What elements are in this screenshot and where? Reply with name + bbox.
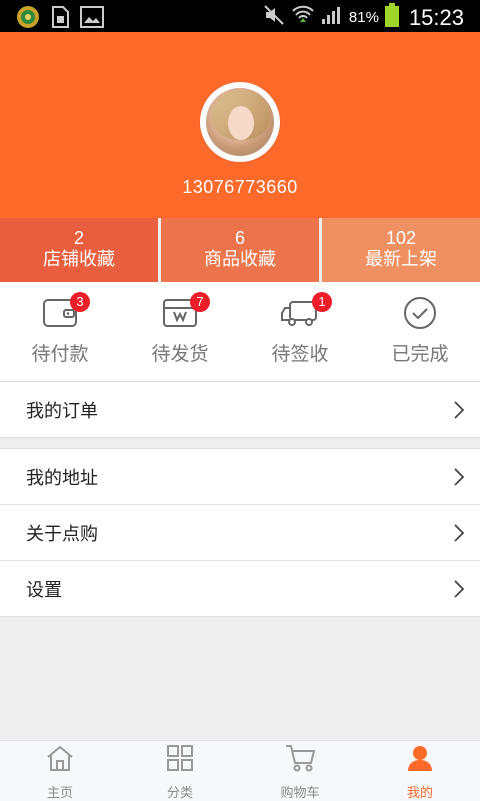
cart-icon [284, 743, 316, 777]
status-bar: 81% 15:23 [0, 0, 480, 32]
order-status-label: 待付款 [31, 343, 89, 365]
battery-icon [384, 3, 399, 32]
bottom-tab-bar: 主页 分类 购物车 我的 [0, 740, 480, 801]
stat-store-favorites[interactable]: 2 店铺收藏 [0, 218, 158, 282]
clock: 15:23 [408, 4, 464, 30]
stat-new-arrivals[interactable]: 102 最新上架 [322, 218, 480, 282]
menu-item-about[interactable]: 关于点购 [0, 505, 480, 561]
sim-card-icon [50, 5, 70, 33]
order-status-label: 待签收 [271, 343, 329, 365]
order-status-row: 3 待付款 7 待发货 1 待签收 已完成 [0, 282, 480, 381]
profile-header: 13076773660 [0, 32, 480, 218]
order-status-label: 已完成 [391, 343, 449, 365]
user-icon [406, 744, 434, 776]
tab-label: 主页 [46, 786, 73, 801]
tab-label: 购物车 [280, 786, 320, 801]
tab-home[interactable]: 主页 [0, 741, 120, 801]
chevron-right-icon [454, 401, 465, 423]
order-completed[interactable]: 已完成 [360, 282, 480, 381]
order-pending-shipment[interactable]: 7 待发货 [120, 282, 240, 381]
menu-group-orders: 我的订单 [0, 381, 480, 438]
menu-item-label: 我的地址 [26, 468, 98, 489]
tab-mine[interactable]: 我的 [360, 741, 480, 801]
check-circle-icon [403, 296, 437, 334]
app-notification-icon [16, 5, 40, 33]
chevron-right-icon [454, 468, 465, 490]
stat-count: 6 [234, 228, 245, 248]
mute-icon [263, 4, 285, 31]
wifi-icon [291, 4, 315, 31]
stat-label: 店铺收藏 [43, 249, 115, 270]
badge-count: 1 [312, 292, 332, 312]
badge-count: 7 [190, 292, 210, 312]
avatar[interactable] [200, 82, 280, 162]
chevron-right-icon [454, 580, 465, 602]
tab-label: 分类 [166, 786, 193, 801]
menu-item-my-address[interactable]: 我的地址 [0, 449, 480, 505]
menu-item-label: 我的订单 [26, 401, 98, 422]
stat-product-favorites[interactable]: 6 商品收藏 [161, 218, 319, 282]
chevron-right-icon [454, 524, 465, 546]
user-phone: 13076773660 [182, 177, 298, 197]
stat-label: 最新上架 [365, 249, 437, 270]
tab-category[interactable]: 分类 [120, 741, 240, 801]
menu-group-settings: 我的地址 关于点购 设置 [0, 448, 480, 617]
menu-item-settings[interactable]: 设置 [0, 561, 480, 616]
order-pending-payment[interactable]: 3 待付款 [0, 282, 120, 381]
menu-item-label: 关于点购 [26, 524, 98, 545]
signal-icon [321, 5, 343, 30]
order-pending-receipt[interactable]: 1 待签收 [240, 282, 360, 381]
image-icon [80, 6, 104, 32]
home-icon [45, 744, 75, 776]
order-status-label: 待发货 [151, 343, 209, 365]
badge-count: 3 [70, 292, 90, 312]
stat-count: 102 [385, 228, 417, 248]
menu-item-label: 设置 [26, 580, 62, 601]
battery-percent: 81% [348, 9, 379, 26]
grid-icon [166, 744, 194, 776]
tab-label: 我的 [406, 786, 433, 801]
stats-bar: 2 店铺收藏 6 商品收藏 102 最新上架 [0, 218, 480, 282]
stat-count: 2 [73, 228, 84, 248]
tab-cart[interactable]: 购物车 [240, 741, 360, 801]
stat-label: 商品收藏 [204, 249, 276, 270]
menu-item-my-orders[interactable]: 我的订单 [0, 382, 480, 437]
